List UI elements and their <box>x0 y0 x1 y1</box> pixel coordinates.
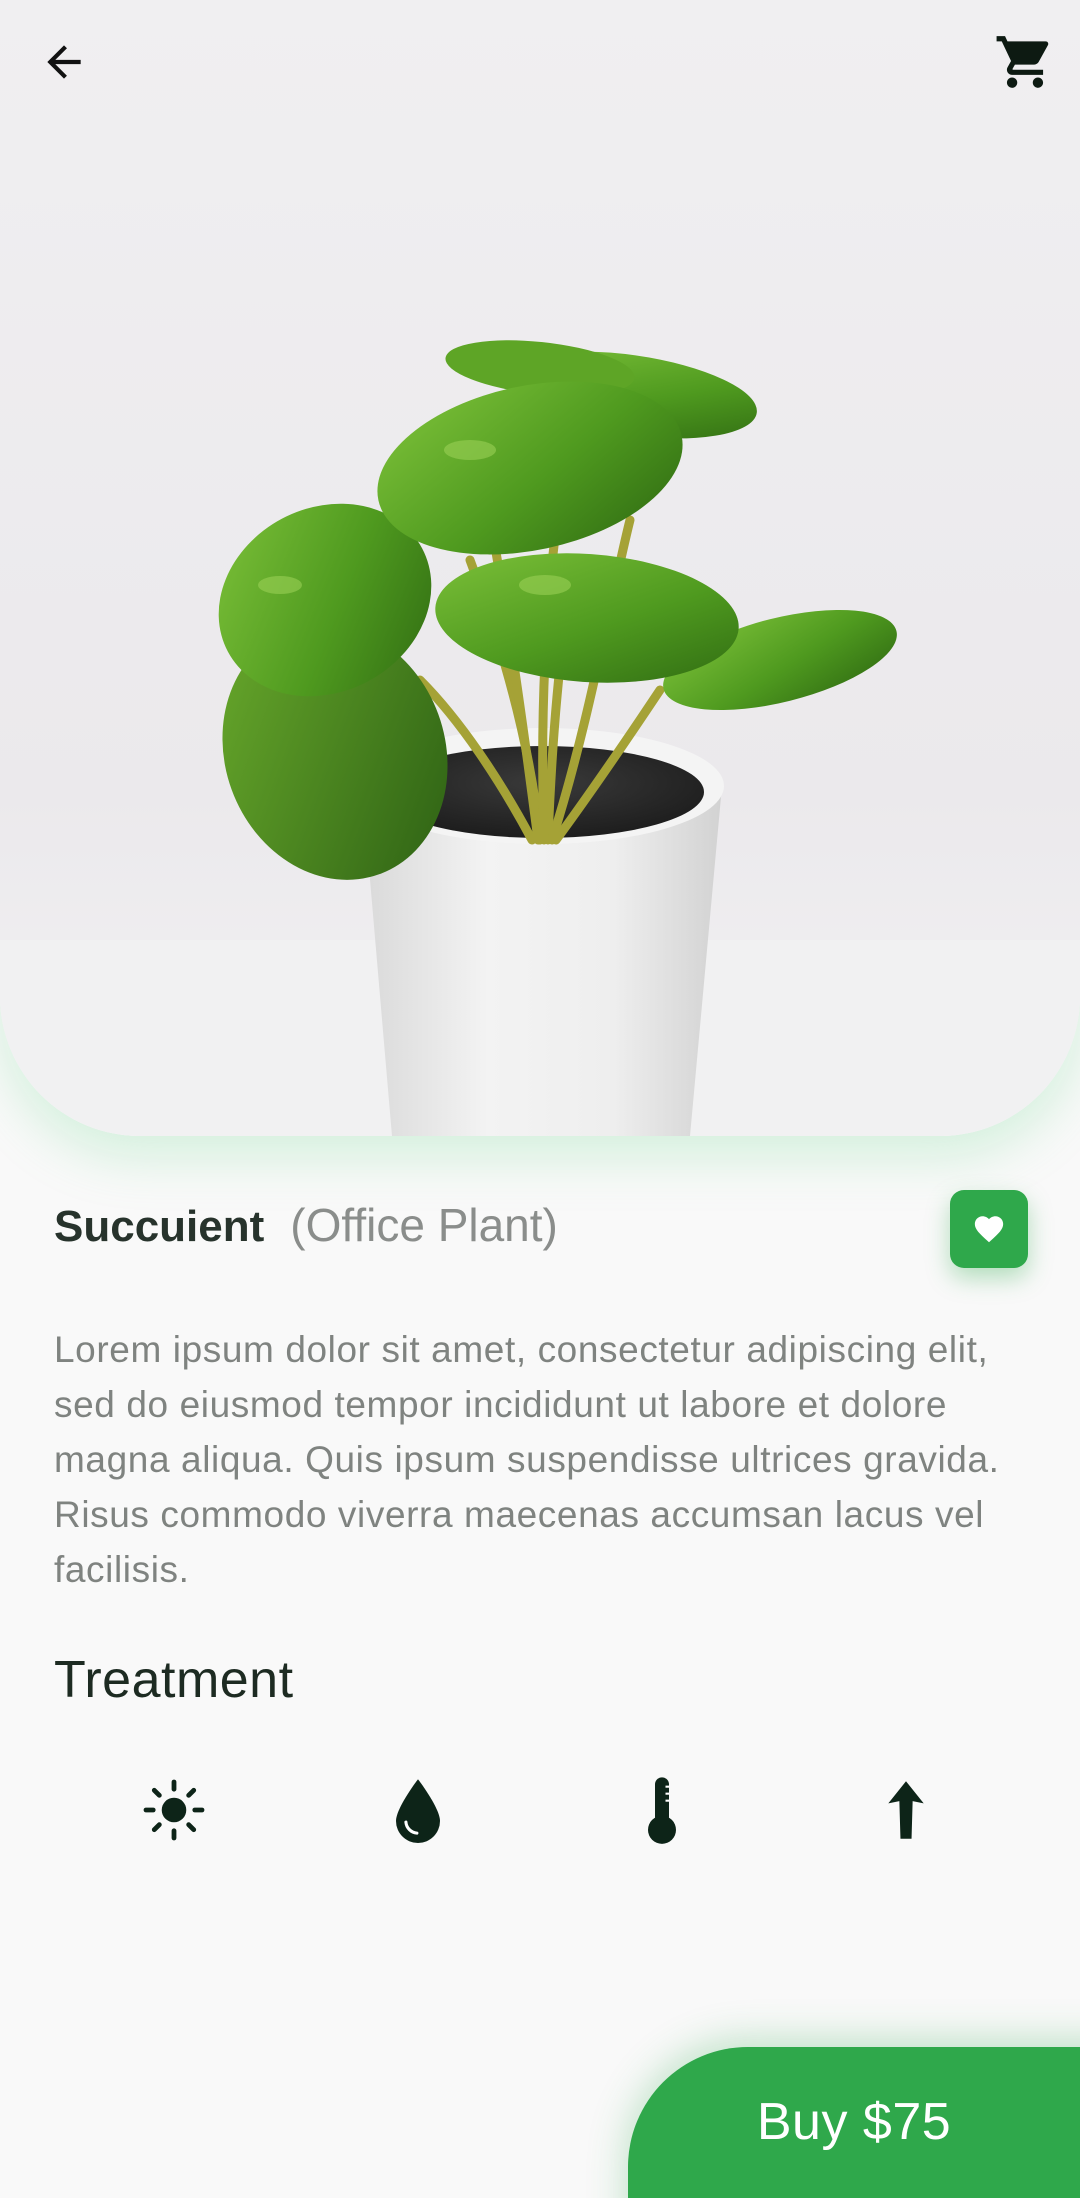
buy-button-label: Buy $75 <box>756 2093 952 2151</box>
plant-image <box>0 340 1080 1136</box>
treatment-icons-row <box>0 1770 1080 1850</box>
favorite-button[interactable] <box>950 1190 1028 1268</box>
cart-button[interactable] <box>970 14 1080 110</box>
buy-button[interactable]: Buy $75 <box>628 2047 1080 2198</box>
thermometer-icon <box>622 1770 702 1850</box>
water-drop-icon <box>378 1770 458 1850</box>
heart-icon <box>974 1216 1004 1243</box>
product-title-row: Succuient (Office Plant) <box>54 1198 558 1252</box>
back-button[interactable] <box>16 14 112 110</box>
product-hero-image <box>0 0 1080 1136</box>
arrow-left-icon <box>47 45 81 79</box>
product-category: (Office Plant) <box>290 1199 558 1251</box>
sun-icon <box>134 1770 214 1850</box>
product-detail-screen: Succuient (Office Plant) Lorem ipsum dol… <box>0 0 1080 2198</box>
product-description: Lorem ipsum dolor sit amet, consectetur … <box>54 1329 1000 1590</box>
product-name: Succuient <box>54 1202 265 1251</box>
arrow-up-icon <box>866 1770 946 1850</box>
shopping-cart-icon <box>996 36 1049 88</box>
treatment-heading: Treatment <box>54 1651 294 1709</box>
